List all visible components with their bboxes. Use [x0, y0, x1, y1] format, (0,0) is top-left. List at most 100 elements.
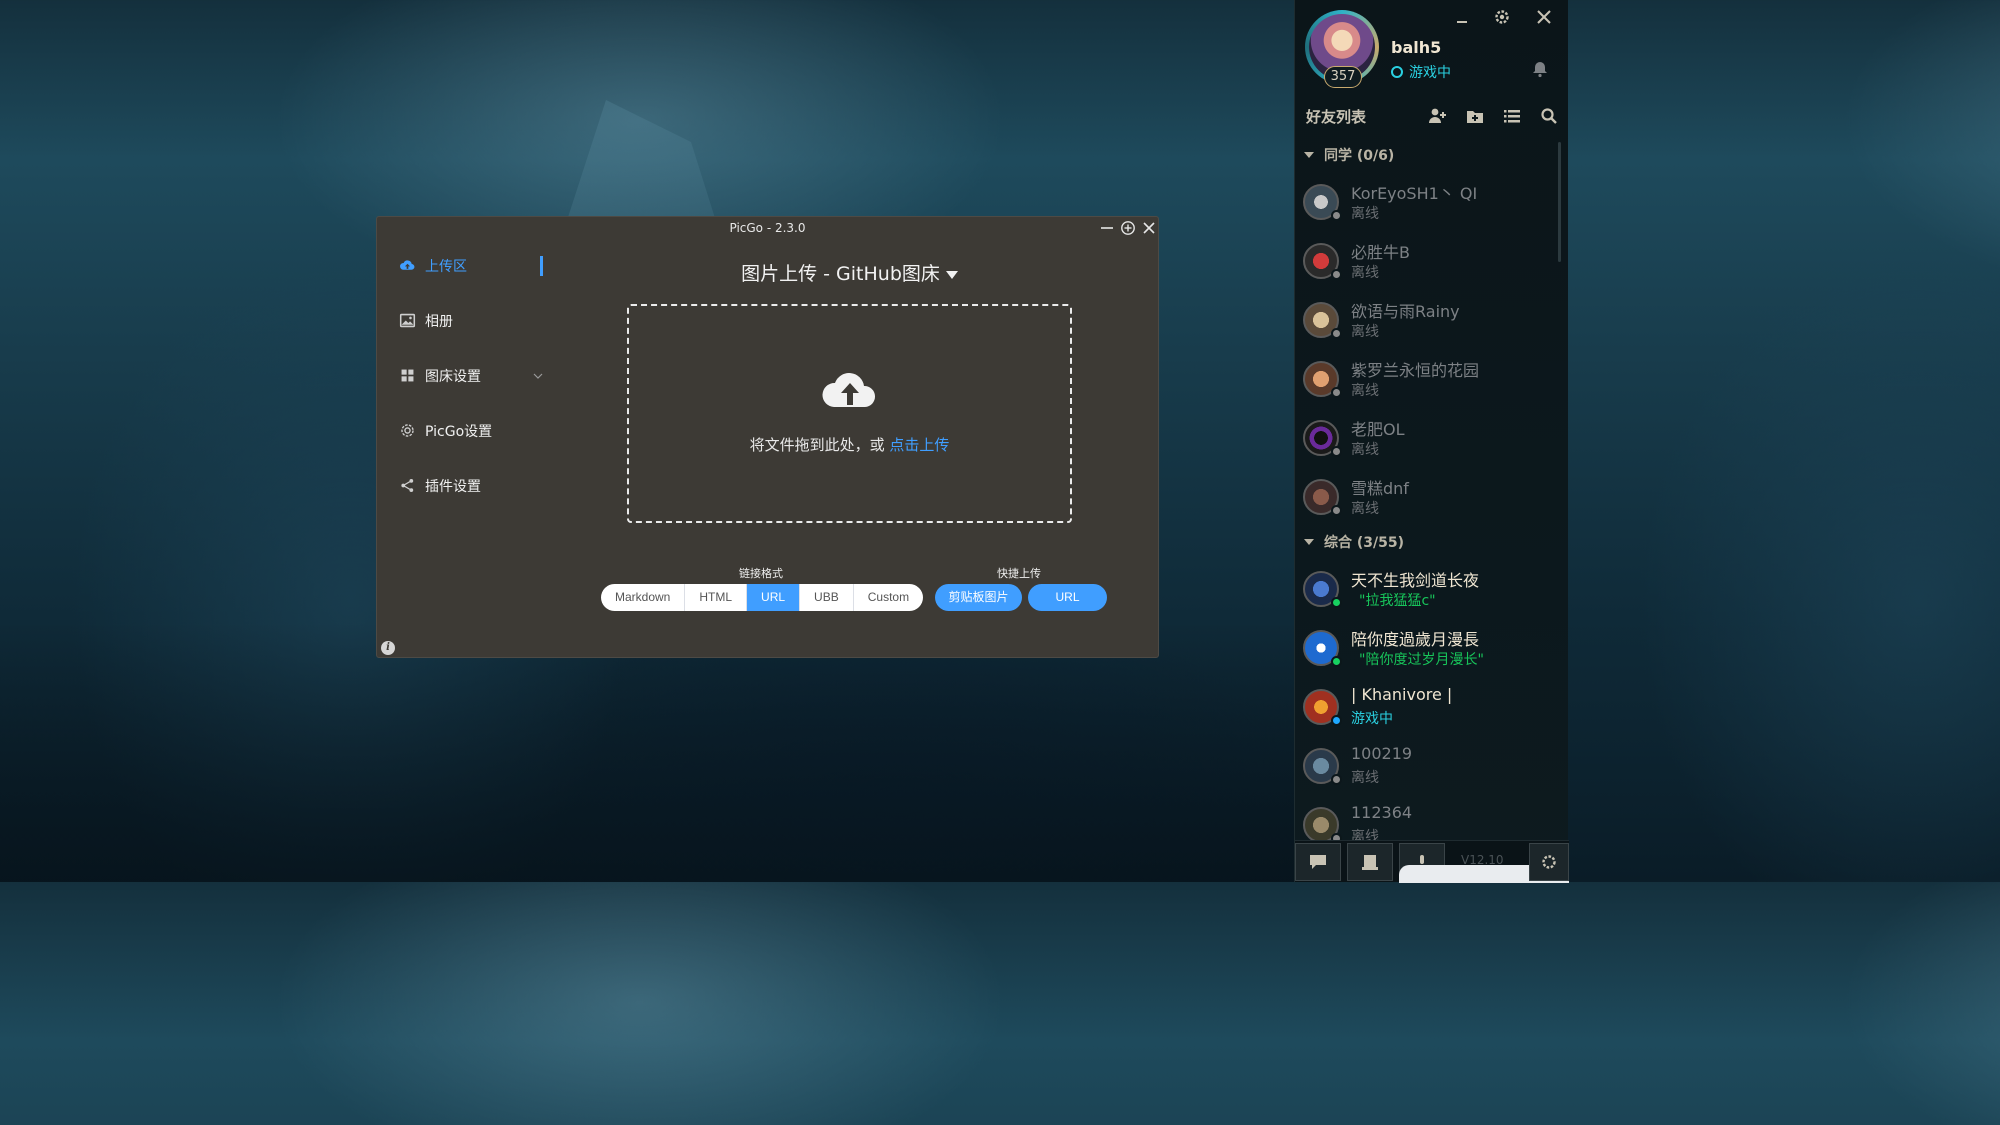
- bell-icon[interactable]: [1531, 60, 1551, 80]
- maximize-icon[interactable]: [1120, 220, 1136, 236]
- status-dot: [1331, 328, 1342, 339]
- friend-name: 必胜牛B: [1351, 243, 1410, 262]
- sidebar-item-upload[interactable]: 上传区: [399, 254, 549, 278]
- friend-status: "拉我猛猛c": [1359, 593, 1436, 609]
- friend-status: 离线: [1351, 383, 1379, 399]
- status-text: 游戏中: [1409, 65, 1451, 81]
- dropzone-text: 将文件拖到此处，或 点击上传: [629, 434, 1070, 455]
- friend-status: 离线: [1351, 442, 1379, 458]
- add-friend-icon[interactable]: [1427, 106, 1449, 128]
- friend-name: | Khanivore |: [1351, 685, 1453, 704]
- picbed-selector[interactable]: 图片上传 - GitHub图床: [627, 259, 1072, 286]
- collapse-triangle-icon: [1304, 152, 1314, 158]
- dropzone-instruction: 将文件拖到此处，或: [749, 436, 885, 454]
- friend-item[interactable]: 陪你度過歲月漫長 "陪你度过岁月漫长": [1301, 626, 1551, 674]
- status-dot: [1331, 269, 1342, 280]
- status-dot: [1331, 446, 1342, 457]
- status-ring-icon: [1391, 66, 1403, 78]
- sidebar-item-picbed-settings[interactable]: 图床设置: [399, 364, 549, 388]
- group-header-classmates[interactable]: 同学 (0/6): [1304, 145, 1394, 165]
- format-url[interactable]: URL: [747, 584, 801, 611]
- url-upload-button[interactable]: URL: [1028, 584, 1107, 611]
- chat-button[interactable]: [1295, 843, 1341, 881]
- friend-name: 老肥OL: [1351, 420, 1405, 439]
- clipboard-upload-button[interactable]: 剪贴板图片: [935, 584, 1022, 611]
- friend-name: 100219: [1351, 744, 1413, 763]
- cloud-upload-icon: [399, 257, 417, 275]
- info-icon[interactable]: i: [381, 641, 395, 655]
- friend-status: 离线: [1351, 324, 1379, 340]
- client-version: V12.10: [1461, 853, 1504, 867]
- friend-item[interactable]: 112364 离线: [1301, 803, 1551, 840]
- friend-name: 陪你度過歲月漫長: [1351, 630, 1480, 649]
- close-icon[interactable]: [1535, 8, 1555, 28]
- close-icon[interactable]: [1141, 220, 1157, 236]
- grid-icon: [399, 367, 417, 385]
- scrollbar[interactable]: [1558, 142, 1561, 262]
- list-view-icon[interactable]: [1502, 106, 1524, 128]
- group-name: 综合 (3/55): [1324, 535, 1405, 551]
- status-dot: [1331, 597, 1342, 608]
- username: balh5: [1391, 38, 1442, 57]
- friend-list-title: 好友列表: [1306, 108, 1367, 126]
- settings-gear-icon[interactable]: [1493, 8, 1513, 28]
- friend-item[interactable]: KorEyoSH1丶 QI 离线: [1301, 180, 1551, 228]
- search-icon[interactable]: [1539, 106, 1561, 128]
- format-custom[interactable]: Custom: [854, 584, 923, 611]
- chevron-down-icon[interactable]: [533, 371, 543, 381]
- window-title: PicGo - 2.3.0: [729, 221, 806, 235]
- sidebar-item-picgo-settings[interactable]: PicGo设置: [399, 419, 549, 443]
- format-ubb[interactable]: UBB: [800, 584, 854, 611]
- format-markdown[interactable]: Markdown: [601, 584, 686, 611]
- sidebar-item-label: 相册: [425, 314, 453, 330]
- friend-item[interactable]: 紫罗兰永恒的花园 离线: [1301, 357, 1551, 405]
- status-dot: [1331, 505, 1342, 516]
- collapse-triangle-icon: [1304, 539, 1314, 545]
- help-button[interactable]: [1529, 843, 1569, 881]
- clipboard-icon: [1362, 855, 1378, 870]
- friend-item[interactable]: 必胜牛B 离线: [1301, 239, 1551, 287]
- friend-name: 雪糕dnf: [1351, 479, 1409, 498]
- cloud-upload-icon: [822, 373, 876, 407]
- minimize-icon[interactable]: [1453, 8, 1473, 28]
- image-icon: [399, 312, 417, 330]
- user-status[interactable]: 游戏中: [1391, 62, 1451, 82]
- bottom-toolbar: V12.10: [1295, 840, 1569, 883]
- sidebar-item-gallery[interactable]: 相册: [399, 309, 549, 333]
- friend-status: 离线: [1351, 829, 1379, 840]
- status-dot: [1331, 387, 1342, 398]
- friend-item[interactable]: 100219 离线: [1301, 744, 1551, 792]
- friend-status: 离线: [1351, 206, 1379, 222]
- friend-name: 欲语与雨Rainy: [1351, 302, 1460, 321]
- active-indicator: [540, 256, 543, 276]
- upload-dropzone[interactable]: 将文件拖到此处，或 点击上传: [627, 304, 1072, 523]
- status-dot: [1331, 833, 1342, 840]
- picgo-window: PicGo - 2.3.0 上传区 相册 图床设置 PicGo设置 插件设置 图…: [376, 216, 1159, 658]
- minimize-icon[interactable]: [1099, 220, 1115, 236]
- level-badge: 357: [1324, 66, 1362, 88]
- click-upload-link[interactable]: 点击上传: [889, 436, 949, 454]
- friend-item[interactable]: | Khanivore | 游戏中: [1301, 685, 1551, 733]
- caret-down-icon: [945, 270, 958, 279]
- add-folder-icon[interactable]: [1465, 106, 1487, 128]
- format-html[interactable]: HTML: [685, 584, 748, 611]
- friend-item[interactable]: 老肥OL 离线: [1301, 416, 1551, 464]
- friend-item[interactable]: 天不生我剑道长夜 "拉我猛猛c": [1301, 567, 1551, 615]
- missions-button[interactable]: [1347, 843, 1393, 881]
- friend-status: 离线: [1351, 501, 1379, 517]
- sidebar-item-label: 插件设置: [425, 479, 481, 495]
- friend-name: 紫罗兰永恒的花园: [1351, 361, 1480, 380]
- status-dot: [1331, 656, 1342, 667]
- group-header-general[interactable]: 综合 (3/55): [1304, 532, 1404, 552]
- quick-upload-label: 快捷上传: [997, 567, 1041, 580]
- sidebar-item-plugin-settings[interactable]: 插件设置: [399, 474, 549, 498]
- link-format-label: 链接格式: [739, 567, 783, 580]
- sidebar-item-label: 图床设置: [425, 369, 481, 385]
- status-dot: [1331, 774, 1342, 785]
- chat-icon: [1310, 855, 1326, 869]
- gear-icon: [399, 422, 417, 440]
- friend-item[interactable]: 欲语与雨Rainy 离线: [1301, 298, 1551, 346]
- friend-item[interactable]: 雪糕dnf 离线: [1301, 475, 1551, 523]
- sidebar-item-label: 上传区: [425, 259, 467, 275]
- background-foreground: [0, 622, 1294, 882]
